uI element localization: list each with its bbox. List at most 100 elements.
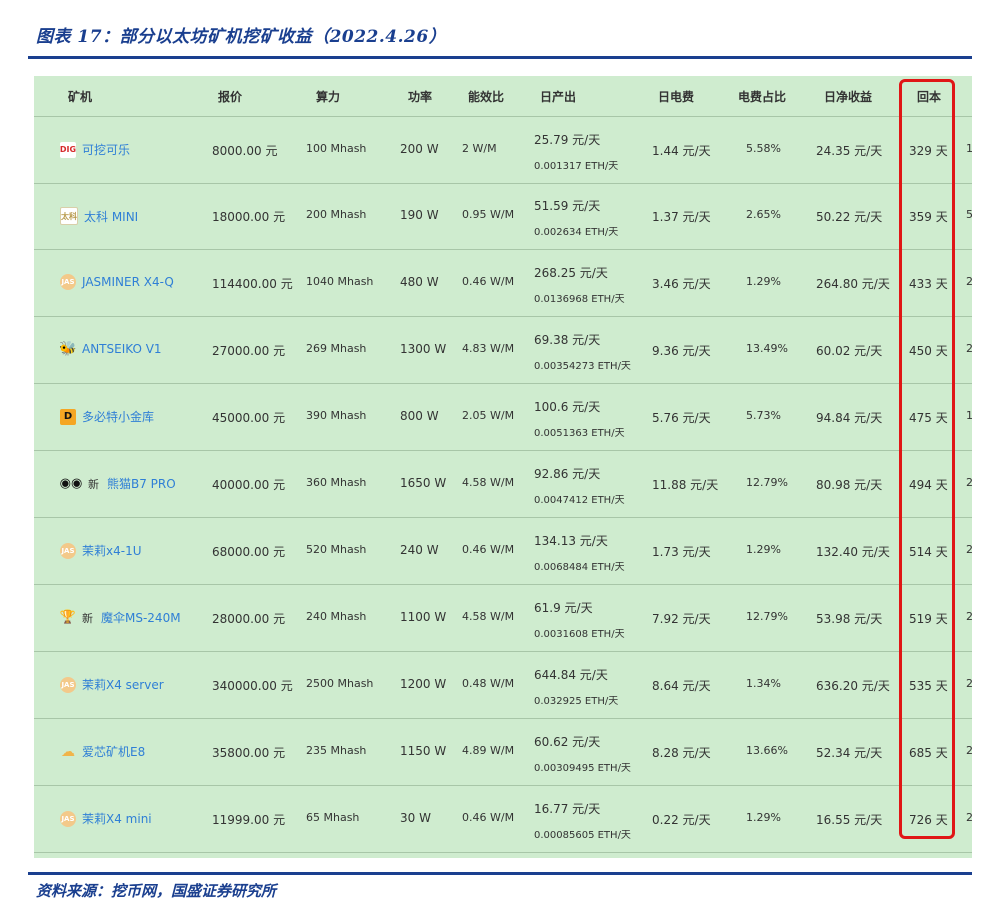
- hashrate-cell: 390 Mhash: [306, 409, 367, 422]
- efficiency-cell: 0.46 W/M: [462, 811, 515, 824]
- share-cell: 13.49%: [746, 342, 788, 355]
- hashrate-cell: 1040 Mhash: [306, 275, 374, 288]
- antseiko-logo-icon: 🐝: [59, 341, 77, 357]
- bottom-rule: [28, 872, 972, 875]
- daily-output-cny-cell: 134.13 元/天: [534, 534, 608, 548]
- taike-logo-icon: 太科: [60, 207, 78, 225]
- efficiency-cell: 4.83 W/M: [462, 342, 515, 355]
- electricity-cell: 1.73 元/天: [652, 545, 711, 559]
- miner-name-link[interactable]: 多必特小金库: [82, 408, 154, 425]
- net-cell: 16.55 元/天: [816, 813, 883, 827]
- miner-name-cell: 🐝 ANTSEIKO V1: [59, 341, 162, 357]
- share-cell: 2.65%: [746, 208, 781, 221]
- header-efficiency: 能效比: [468, 90, 505, 104]
- power-cell: 240 W: [400, 543, 439, 557]
- truncated-column-cell: 1: [966, 142, 972, 155]
- table-row: ☁ 爱芯矿机E8 35800.00 元 235 Mhash 1150 W 4.89 W/M…: [34, 719, 972, 786]
- daily-output-eth-cell: 0.0136968 ETH/天: [534, 294, 625, 305]
- price-cell: 114400.00 元: [212, 277, 293, 291]
- miner-name-link[interactable]: 魔伞MS-240M: [101, 609, 181, 626]
- daily-output-cny-cell: 16.77 元/天: [534, 802, 601, 816]
- share-cell: 5.58%: [746, 142, 781, 155]
- aixin-logo-icon: ☁: [61, 743, 75, 760]
- miner-name-cell: 太科 太科 MINI: [60, 207, 138, 225]
- daily-output-eth-cell: 0.0031608 ETH/天: [534, 629, 625, 640]
- daily-output-eth-cell: 0.00354273 ETH/天: [534, 361, 631, 372]
- miner-name-link[interactable]: ANTSEIKO V1: [82, 342, 162, 356]
- power-cell: 200 W: [400, 142, 439, 156]
- truncated-column-cell: 2: [966, 476, 972, 489]
- table-row: D 多必特小金库 45000.00 元 390 Mhash 800 W 2.05 W/M 5…: [34, 384, 972, 451]
- net-cell: 60.02 元/天: [816, 344, 883, 358]
- miner-name-cell: JAS 茉莉X4 mini: [60, 810, 152, 827]
- jas-logo-icon: JAS: [60, 810, 76, 827]
- truncated-column-cell: 2: [966, 342, 972, 355]
- share-cell: 12.79%: [746, 476, 788, 489]
- miner-name-link[interactable]: 茉莉x4-1U: [82, 542, 142, 559]
- share-cell: 1.29%: [746, 275, 781, 288]
- price-cell: 8000.00 元: [212, 144, 278, 158]
- truncated-column-cell: 1: [966, 409, 972, 422]
- daily-output-cny-cell: 25.79 元/天: [534, 133, 601, 147]
- header-daily-output: 日产出: [540, 90, 577, 104]
- miner-name-link[interactable]: 太科 MINI: [84, 208, 138, 225]
- electricity-cell: 9.36 元/天: [652, 344, 711, 358]
- table-row: 太科 太科 MINI 18000.00 元 200 Mhash 190 W 0.95 W/…: [34, 183, 972, 250]
- truncated-column-cell: 2: [966, 744, 972, 757]
- table-row: DIG 可挖可乐 8000.00 元 100 Mhash 200 W 2 W/M 1.44 …: [34, 116, 972, 184]
- miner-name-cell: JAS 茉莉x4-1U: [60, 542, 142, 559]
- net-cell: 132.40 元/天: [816, 545, 890, 559]
- trophy-logo-icon: 🏆: [59, 610, 77, 625]
- share-cell: 1.29%: [746, 543, 781, 556]
- hashrate-cell: 2500 Mhash: [306, 677, 374, 690]
- table-header: 矿机 报价 算力 功率 能效比 日产出 日电费 电费占比 日净收益 回本: [34, 76, 972, 116]
- daily-output-cny-cell: 268.25 元/天: [534, 266, 608, 280]
- net-cell: 80.98 元/天: [816, 478, 883, 492]
- header-hashrate: 算力: [316, 90, 341, 104]
- miner-name-cell: JAS 茉莉X4 server: [60, 676, 164, 693]
- table-row: ◉◉ 新熊猫B7 PRO 40000.00 元 360 Mhash 1650 W 4.58…: [34, 451, 972, 518]
- miner-name-link[interactable]: 茉莉X4 server: [82, 676, 164, 693]
- electricity-cell: 7.92 元/天: [652, 612, 711, 626]
- table-row: 🏆 新魔伞MS-240M 28000.00 元 240 Mhash 1100 W 4.58…: [34, 585, 972, 652]
- figure-title: 图表 17：部分以太坊矿机挖矿收益（2022.4.26）: [36, 27, 447, 47]
- share-cell: 1.34%: [746, 677, 781, 690]
- power-cell: 480 W: [400, 275, 439, 289]
- price-cell: 18000.00 元: [212, 210, 286, 224]
- miner-name-link[interactable]: JASMINER X4-Q: [82, 275, 174, 289]
- miner-name-link[interactable]: 可挖可乐: [82, 141, 130, 158]
- figure-source: 资料来源：挖币网，国盛证券研究所: [36, 882, 277, 900]
- efficiency-cell: 0.46 W/M: [462, 543, 515, 556]
- miner-name-cell: JAS JASMINER X4-Q: [60, 274, 174, 290]
- power-cell: 1100 W: [400, 610, 447, 624]
- truncated-column-cell: 2: [966, 677, 972, 690]
- electricity-cell: 11.88 元/天: [652, 478, 719, 492]
- net-cell: 53.98 元/天: [816, 612, 883, 626]
- truncated-column-cell: 2: [966, 811, 972, 824]
- jas-logo-icon: JAS: [60, 676, 76, 693]
- miner-name-link[interactable]: 熊猫B7 PRO: [107, 475, 176, 492]
- daily-output-eth-cell: 0.0051363 ETH/天: [534, 428, 625, 439]
- efficiency-cell: 2.05 W/M: [462, 409, 515, 422]
- hashrate-cell: 235 Mhash: [306, 744, 367, 757]
- daily-output-eth-cell: 0.0068484 ETH/天: [534, 562, 625, 573]
- daily-output-eth-cell: 0.002634 ETH/天: [534, 227, 619, 238]
- power-cell: 30 W: [400, 811, 431, 825]
- miner-name-link[interactable]: 茉莉X4 mini: [82, 810, 152, 827]
- net-cell: 94.84 元/天: [816, 411, 883, 425]
- net-cell: 50.22 元/天: [816, 210, 883, 224]
- truncated-column-cell: 2: [966, 543, 972, 556]
- net-cell: 24.35 元/天: [816, 144, 883, 158]
- daily-output-eth-cell: 0.0047412 ETH/天: [534, 495, 625, 506]
- electricity-cell: 1.37 元/天: [652, 210, 711, 224]
- truncated-column-cell: 2: [966, 610, 972, 623]
- daily-output-eth-cell: 0.001317 ETH/天: [534, 161, 619, 172]
- electricity-cell: 3.46 元/天: [652, 277, 711, 291]
- panda-logo-icon: ◉◉: [59, 476, 83, 491]
- power-cell: 1150 W: [400, 744, 447, 758]
- jas-logo-icon: JAS: [60, 274, 76, 290]
- miner-name-link[interactable]: 爱芯矿机E8: [82, 743, 145, 760]
- payback-highlight-box: [899, 79, 955, 839]
- power-cell: 190 W: [400, 208, 439, 222]
- efficiency-cell: 2 W/M: [462, 142, 497, 155]
